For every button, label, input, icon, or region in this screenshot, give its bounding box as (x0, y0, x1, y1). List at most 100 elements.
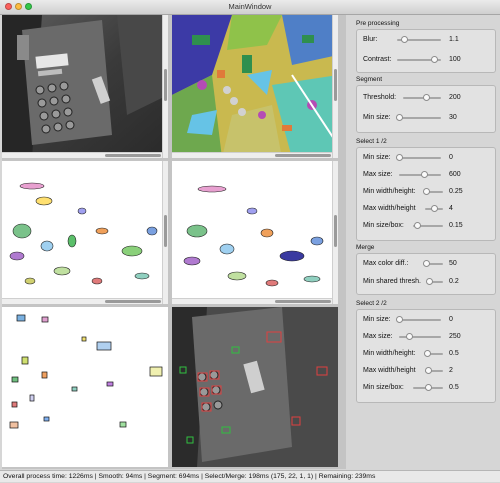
slider-label: Min width/height: (363, 350, 416, 357)
image-view-result[interactable] (172, 307, 338, 467)
slider-min-width-height[interactable]: Min width/height: 0.5 (363, 348, 495, 360)
slider-threshold[interactable]: Threshold: 200 (363, 92, 495, 104)
horizontal-scrollbar[interactable] (172, 298, 338, 304)
slider-label: Threshold: (363, 94, 397, 101)
vertical-scrollbar[interactable] (332, 15, 338, 158)
vertical-scrollbar[interactable] (162, 15, 168, 158)
slider-handle[interactable] (423, 350, 431, 357)
image-view-selected-2[interactable] (172, 161, 338, 304)
scroll-thumb[interactable] (164, 69, 167, 101)
horizontal-scrollbar[interactable] (2, 298, 168, 304)
slider-value: 4 (449, 205, 453, 212)
segmented-image (172, 15, 338, 158)
scroll-thumb[interactable] (334, 215, 337, 247)
slider-label: Min size/box: (363, 222, 404, 229)
slider-blur[interactable]: Blur: 1.1 (363, 34, 495, 46)
slider-label: Max size: (363, 171, 393, 178)
slider-value: 0.2 (449, 278, 459, 285)
scroll-thumb[interactable] (274, 154, 332, 157)
image-view-selected-1[interactable] (2, 161, 168, 304)
slider-min-size-box[interactable]: Min size/box: 0.5 (363, 382, 495, 394)
slider-handle[interactable] (430, 56, 438, 63)
slider-value: 0.5 (449, 384, 459, 391)
source-image (2, 15, 168, 158)
slider-value: 100 (449, 56, 461, 63)
slider-label: Blur: (363, 36, 378, 43)
slider-label: Max color diff.: (363, 260, 409, 267)
scroll-thumb[interactable] (334, 69, 337, 101)
slider-handle[interactable] (420, 171, 428, 178)
slider-handle[interactable] (424, 384, 432, 391)
slider-handle[interactable] (395, 154, 403, 161)
slider-max-size[interactable]: Max size: 250 (363, 331, 495, 343)
slider-label: Min size: (363, 316, 391, 323)
slider-value: 600 (449, 171, 461, 178)
slider-max-color-diff[interactable]: Max color diff.: 50 (363, 258, 495, 270)
slider-value: 0 (449, 316, 453, 323)
slider-min-shared-thresh[interactable]: Min shared thresh. 0.2 (363, 276, 495, 288)
slider-min-size[interactable]: Min size: 30 (363, 112, 495, 124)
horizontal-scrollbar[interactable] (2, 152, 168, 158)
slider-max-width-height[interactable]: Max width/height 4 (363, 203, 495, 215)
vertical-scrollbar[interactable] (162, 161, 168, 304)
slider-value: 0.25 (449, 188, 463, 195)
slider-value: 250 (449, 333, 461, 340)
title-bar: MainWindow (0, 0, 500, 15)
merge-title: Merge (356, 244, 375, 251)
slider-track[interactable] (399, 157, 441, 159)
scroll-thumb[interactable] (104, 300, 162, 303)
slider-min-size-box[interactable]: Min size/box: 0.15 (363, 220, 495, 232)
slider-value: 1.1 (449, 36, 459, 43)
slider-track[interactable] (403, 97, 441, 99)
slider-handle[interactable] (396, 114, 404, 121)
slider-handle[interactable] (406, 333, 413, 340)
preprocessing-section: Pre processing Blur: 1.1 Contrast: 100 (352, 15, 496, 73)
scroll-thumb[interactable] (164, 215, 167, 247)
selected-segments-image (2, 161, 168, 304)
slider-label: Max width/height (363, 205, 416, 212)
window-title: MainWindow (228, 2, 272, 11)
slider-max-size[interactable]: Max size: 600 (363, 169, 495, 181)
scroll-thumb[interactable] (104, 154, 162, 157)
select2-group: Min size: 0 Max size: 250 Min width/heig… (356, 309, 496, 403)
scroll-thumb[interactable] (274, 300, 332, 303)
slider-label: Max size: (363, 333, 393, 340)
select2-title: Select 2 /2 (356, 300, 387, 307)
select1-title: Select 1 /2 (356, 138, 387, 145)
control-panel: Pre processing Blur: 1.1 Contrast: 100 S… (352, 15, 498, 469)
slider-handle[interactable] (414, 222, 422, 229)
slider-handle[interactable] (423, 94, 431, 101)
slider-handle[interactable] (431, 205, 439, 212)
slider-track[interactable] (399, 117, 441, 119)
image-view-segments[interactable] (172, 15, 338, 158)
slider-handle[interactable] (422, 260, 430, 267)
image-grid (2, 15, 346, 469)
image-view-boxes[interactable] (2, 307, 168, 467)
slider-min-size[interactable]: Min size: 0 (363, 314, 495, 326)
vertical-scrollbar[interactable] (332, 161, 338, 304)
image-view-source[interactable] (2, 15, 168, 158)
slider-contrast[interactable]: Contrast: 100 (363, 54, 495, 66)
slider-handle[interactable] (395, 316, 403, 323)
slider-value: 30 (449, 114, 457, 121)
select1-group: Min size: 0 Max size: 600 Min width/heig… (356, 147, 496, 241)
slider-handle[interactable] (426, 278, 434, 285)
slider-min-size[interactable]: Min size: 0 (363, 152, 495, 164)
slider-track[interactable] (399, 319, 441, 321)
slider-min-width-height[interactable]: Min width/height: 0.25 (363, 186, 495, 198)
slider-value: 0 (449, 154, 453, 161)
selected-segments-merged-image (172, 161, 338, 304)
horizontal-scrollbar[interactable] (172, 152, 338, 158)
bounding-boxes-image (2, 307, 168, 467)
slider-max-width-height[interactable]: Max width/height 2 (363, 365, 495, 377)
slider-handle[interactable] (400, 36, 408, 43)
status-bar: Overall process time: 1226ms | Smooth: 9… (0, 470, 500, 482)
slider-value: 0.15 (449, 222, 463, 229)
slider-handle[interactable] (425, 367, 433, 374)
segment-title: Segment (356, 76, 383, 83)
select2-section: Select 2 /2 Min size: 0 Max size: 250 Mi… (352, 297, 496, 403)
slider-handle[interactable] (422, 188, 430, 195)
slider-label: Contrast: (363, 56, 392, 63)
slider-value: 0.5 (449, 350, 459, 357)
segment-group: Threshold: 200 Min size: 30 (356, 85, 496, 133)
